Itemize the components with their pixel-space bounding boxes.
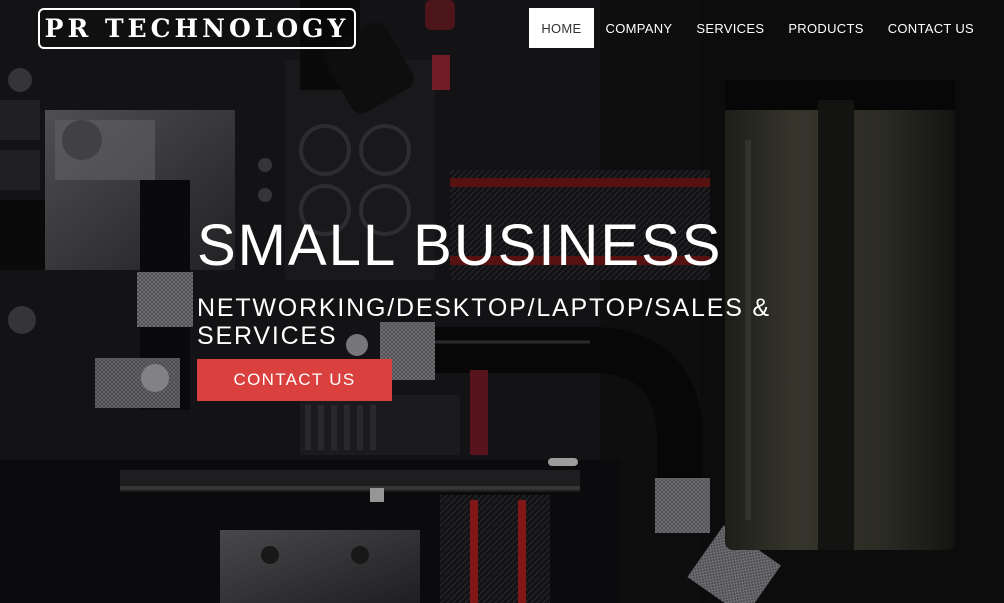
hero-title: SMALL BUSINESS (197, 213, 723, 278)
nav-item-contact-us[interactable]: CONTACT US (876, 8, 986, 48)
nav-item-services[interactable]: SERVICES (684, 8, 776, 48)
main-navigation: HOME COMPANY SERVICES PRODUCTS CONTACT U… (529, 8, 986, 48)
logo-text: PR TECHNOLOGY (44, 14, 350, 43)
contact-us-button[interactable]: CONTACT US (197, 359, 392, 401)
hero-subtitle: NETWORKING/DESKTOP/LAPTOP/SALES & SERVIC… (197, 294, 771, 350)
nav-item-company[interactable]: COMPANY (594, 8, 685, 48)
site-logo[interactable]: PR TECHNOLOGY (38, 8, 356, 49)
hero-section: PR TECHNOLOGY HOME COMPANY SERVICES PROD… (0, 0, 1004, 603)
nav-item-home[interactable]: HOME (529, 8, 594, 48)
nav-item-products[interactable]: PRODUCTS (776, 8, 875, 48)
